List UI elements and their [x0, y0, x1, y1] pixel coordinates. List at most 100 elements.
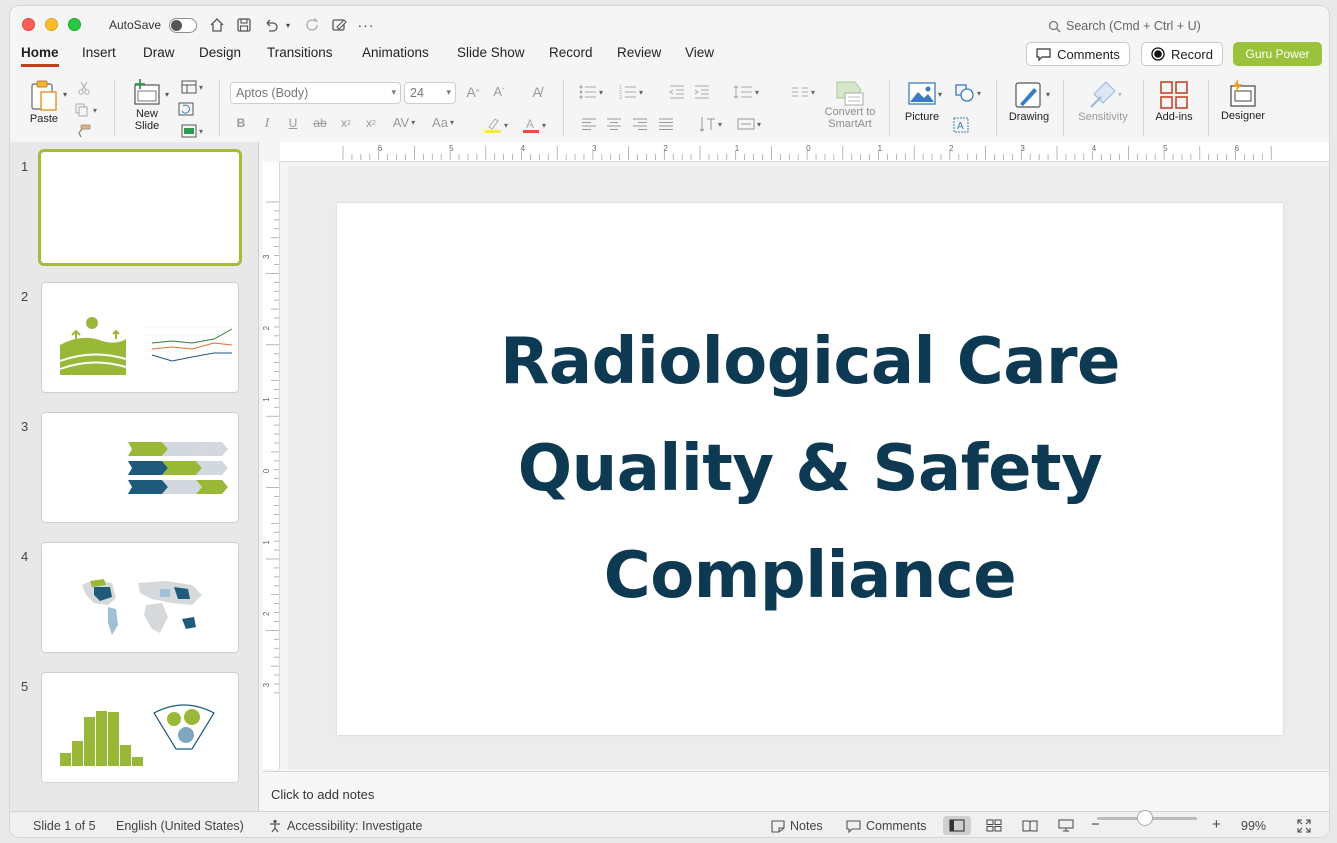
- new-slide-chevron-down-icon[interactable]: ▾: [162, 90, 172, 99]
- shapes-icon[interactable]: ▾: [951, 84, 985, 102]
- tab-transitions[interactable]: Transitions: [267, 45, 333, 64]
- comments-toggle-button[interactable]: Comments: [846, 819, 926, 833]
- accessibility-button[interactable]: Accessibility: Investigate: [268, 819, 422, 833]
- slide-thumbnail-1[interactable]: [38, 149, 242, 266]
- font-name-value: Aptos (Body): [236, 86, 309, 100]
- picture-button[interactable]: Picture: [898, 80, 946, 123]
- undo-icon[interactable]: [261, 15, 281, 35]
- bullets-icon[interactable]: ▾: [574, 84, 608, 100]
- reading-view-button[interactable]: [1016, 816, 1044, 835]
- columns-icon[interactable]: ▾: [786, 84, 820, 100]
- justify-icon[interactable]: [657, 116, 675, 132]
- minimize-window-button[interactable]: [45, 18, 58, 31]
- tab-home[interactable]: Home: [21, 45, 59, 67]
- slide-sorter-view-button[interactable]: [980, 816, 1008, 835]
- align-right-icon[interactable]: [631, 116, 649, 132]
- tab-slide-show[interactable]: Slide Show: [457, 45, 525, 64]
- tab-insert[interactable]: Insert: [82, 45, 116, 64]
- notes-toggle-button[interactable]: Notes: [771, 819, 823, 833]
- copy-icon[interactable]: ▾: [72, 100, 100, 120]
- ruler-label: 2: [263, 611, 271, 616]
- font-name-dropdown[interactable]: Aptos (Body) ▾: [230, 82, 401, 104]
- tab-draw[interactable]: Draw: [143, 45, 175, 64]
- fit-to-window-button[interactable]: [1290, 816, 1318, 835]
- decrease-indent-icon[interactable]: [667, 84, 687, 100]
- ruler-label: 0: [263, 468, 271, 473]
- customize-toolbar-icon[interactable]: [329, 15, 349, 35]
- superscript-icon[interactable]: x2: [338, 116, 354, 130]
- text-box-icon[interactable]: A: [951, 116, 971, 134]
- increase-indent-icon[interactable]: [692, 84, 712, 100]
- notes-pane[interactable]: Click to add notes: [263, 771, 1329, 811]
- clear-formatting-icon[interactable]: A̸: [527, 84, 547, 100]
- notes-icon: [771, 819, 785, 833]
- format-painter-icon[interactable]: [73, 122, 93, 140]
- zoom-window-button[interactable]: [68, 18, 81, 31]
- slide-thumbnail-3[interactable]: [41, 412, 239, 523]
- underline-icon[interactable]: U: [285, 116, 301, 130]
- accessibility-icon: [270, 819, 280, 833]
- highlight-icon[interactable]: ▾: [480, 116, 512, 134]
- font-size-dropdown[interactable]: 24 ▾: [404, 82, 456, 104]
- bold-icon[interactable]: B: [233, 116, 249, 130]
- home-icon[interactable]: [207, 15, 227, 35]
- tab-animations[interactable]: Animations: [362, 45, 429, 64]
- slide-show-view-button[interactable]: [1052, 816, 1080, 835]
- text-direction-icon[interactable]: ▾: [694, 116, 726, 132]
- comments-button[interactable]: Comments: [1026, 42, 1130, 66]
- more-options-icon[interactable]: ···: [356, 15, 376, 35]
- redo-icon[interactable]: [302, 15, 322, 35]
- increase-font-size-icon[interactable]: A ^: [463, 84, 483, 100]
- section-icon[interactable]: ▾: [176, 122, 208, 140]
- tab-record[interactable]: Record: [549, 45, 593, 64]
- autosave-toggle[interactable]: [169, 18, 197, 33]
- zoom-slider-handle[interactable]: [1137, 810, 1153, 826]
- font-color-icon[interactable]: A ▾: [518, 116, 550, 134]
- layout-icon[interactable]: ▾: [176, 78, 208, 96]
- reset-slide-icon[interactable]: [176, 100, 196, 118]
- italic-icon[interactable]: I: [259, 116, 275, 132]
- numbering-icon[interactable]: 1 2 3 ▾: [614, 84, 648, 100]
- close-window-button[interactable]: [22, 18, 35, 31]
- drawing-chevron-down-icon[interactable]: ▾: [1043, 90, 1053, 99]
- undo-chevron-down-icon[interactable]: ▾: [282, 15, 294, 35]
- guru-power-button[interactable]: Guru Power: [1233, 42, 1322, 66]
- cut-icon[interactable]: [74, 78, 94, 98]
- record-button[interactable]: Record: [1141, 42, 1223, 66]
- tab-review[interactable]: Review: [617, 45, 661, 64]
- line-spacing-icon[interactable]: ▾: [728, 84, 764, 100]
- align-left-icon[interactable]: [580, 116, 598, 132]
- align-center-icon[interactable]: [605, 116, 623, 132]
- zoom-in-button[interactable]: +: [1212, 816, 1221, 833]
- subscript-icon[interactable]: x2: [363, 116, 379, 130]
- convert-to-smartart-button[interactable]: Convert to SmartArt: [818, 80, 882, 130]
- addins-button[interactable]: Add-ins: [1150, 80, 1198, 123]
- designer-button[interactable]: Designer: [1216, 78, 1270, 122]
- drawing-button[interactable]: Drawing: [1004, 80, 1054, 123]
- slide-title[interactable]: Radiological Care Quality & Safety Compl…: [500, 309, 1120, 630]
- change-case-icon[interactable]: Aa ▾: [426, 115, 460, 130]
- sensitivity-chevron-down-icon[interactable]: ▾: [1115, 90, 1125, 99]
- align-text-icon[interactable]: ▾: [732, 116, 766, 132]
- current-slide[interactable]: Radiological Care Quality & Safety Compl…: [337, 203, 1283, 735]
- slide-thumbnail-2[interactable]: [41, 282, 239, 393]
- tab-view[interactable]: View: [685, 45, 714, 64]
- slide-thumbnail-5[interactable]: [41, 672, 239, 783]
- save-icon[interactable]: [234, 15, 254, 35]
- new-slide-label-line1: New: [135, 108, 158, 120]
- decrease-font-size-icon[interactable]: Aˇ: [489, 84, 509, 99]
- tab-design[interactable]: Design: [199, 45, 241, 64]
- paste-button[interactable]: Paste: [24, 80, 64, 125]
- language-indicator[interactable]: English (United States): [116, 819, 244, 833]
- paste-chevron-down-icon[interactable]: ▾: [60, 90, 70, 99]
- search-box[interactable]: Search (Cmd + Ctrl + U): [1048, 19, 1201, 33]
- new-slide-button[interactable]: New Slide: [125, 78, 169, 132]
- normal-view-button[interactable]: [943, 816, 971, 835]
- sensitivity-button[interactable]: Sensitivity: [1075, 80, 1131, 123]
- slide-thumbnails-pane: 1 2 3 4 5: [10, 142, 259, 811]
- picture-chevron-down-icon[interactable]: ▾: [935, 90, 945, 99]
- strikethrough-icon[interactable]: ab: [310, 116, 330, 130]
- slide-thumbnail-4[interactable]: [41, 542, 239, 653]
- zoom-level[interactable]: 99%: [1241, 819, 1266, 833]
- character-spacing-icon[interactable]: AV ▾: [388, 115, 420, 130]
